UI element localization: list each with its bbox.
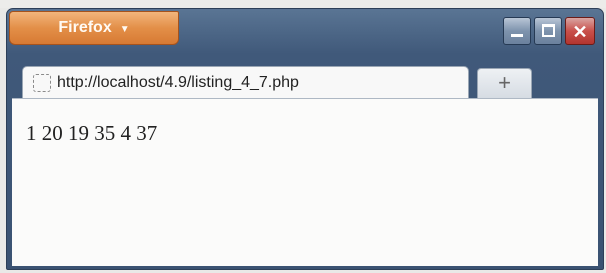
maximize-icon — [542, 24, 555, 37]
tab-strip: http://localhost/4.9/listing_4_7.php + — [7, 66, 603, 98]
background-strip — [0, 0, 606, 8]
close-button[interactable]: ✕ — [565, 17, 595, 45]
new-tab-button[interactable]: + — [477, 68, 532, 98]
maximize-button[interactable] — [534, 17, 562, 45]
tab-listing[interactable]: http://localhost/4.9/listing_4_7.php — [22, 66, 469, 98]
close-icon: ✕ — [572, 22, 588, 42]
plus-icon: + — [498, 70, 511, 95]
tab-label: http://localhost/4.9/listing_4_7.php — [57, 73, 299, 91]
firefox-menu-button[interactable]: Firefox ▼ — [9, 11, 179, 45]
minimize-icon — [511, 34, 523, 37]
window-controls: ✕ — [503, 17, 595, 45]
firefox-menu-label: Firefox — [58, 19, 112, 36]
page-icon — [33, 73, 51, 92]
page-output-text: 1 20 19 35 4 37 — [26, 121, 158, 145]
minimize-button[interactable] — [503, 17, 531, 45]
browser-window: Firefox ▼ ✕ http://localhost/4.9/listing… — [6, 8, 604, 270]
chevron-down-icon: ▼ — [119, 23, 130, 35]
page-content: 1 20 19 35 4 37 — [12, 98, 598, 266]
